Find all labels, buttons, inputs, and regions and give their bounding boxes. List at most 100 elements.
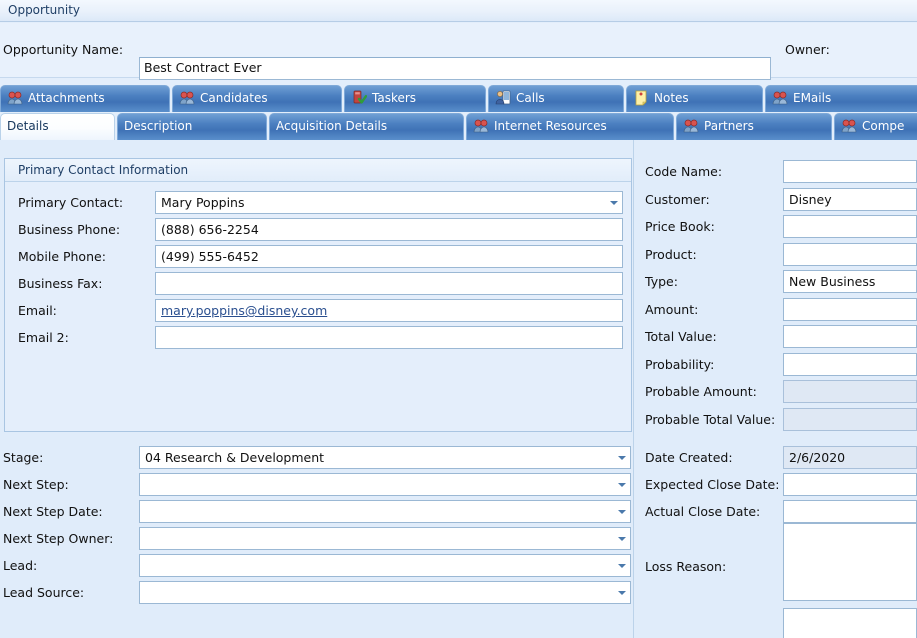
next-step-owner-label: Next Step Owner: bbox=[3, 531, 114, 546]
primary-contact-label: Primary Contact: bbox=[18, 195, 124, 210]
extra-textarea[interactable] bbox=[783, 608, 917, 638]
tabbar-top: Attachments Candidates Taskers Calls Notes EM… bbox=[0, 85, 917, 112]
opportunity-name-label: Opportunity Name: bbox=[3, 42, 124, 57]
code-name-label: Code Name: bbox=[645, 164, 723, 179]
stage-label: Stage: bbox=[3, 450, 44, 465]
tab-internet-resources[interactable]: Internet Resources bbox=[466, 113, 674, 140]
tab-label: Internet Resources bbox=[494, 119, 607, 133]
people-icon bbox=[7, 90, 23, 106]
tab-description[interactable]: Description bbox=[117, 113, 267, 140]
probable-amount-input bbox=[783, 380, 917, 403]
customer-input[interactable]: Disney bbox=[783, 188, 917, 211]
tab-label: Taskers bbox=[372, 91, 417, 105]
tab-emails[interactable]: EMails bbox=[765, 85, 917, 112]
probability-input[interactable] bbox=[783, 353, 917, 376]
window-titlebar: Opportunity bbox=[0, 0, 917, 22]
probable-amount-label: Probable Amount: bbox=[645, 384, 757, 399]
details-tab-content: Primary Contact Information Primary Cont… bbox=[0, 140, 917, 638]
tab-partners[interactable]: Partners bbox=[676, 113, 832, 140]
tab-label: Candidates bbox=[200, 91, 268, 105]
business-phone-input[interactable]: (888) 656-2254 bbox=[155, 218, 623, 241]
chevron-down-icon[interactable] bbox=[618, 564, 626, 568]
next-step-owner-select[interactable] bbox=[139, 527, 631, 550]
opportunity-name-row: Opportunity Name: Best Contract Ever Own… bbox=[0, 23, 917, 80]
people-icon bbox=[772, 90, 788, 106]
mobile-phone-input[interactable]: (499) 555-6452 bbox=[155, 245, 623, 268]
tabbar-bottom: Details Description Acquisition Details Int… bbox=[0, 113, 917, 140]
tab-label: Attachments bbox=[28, 91, 105, 105]
price-book-input[interactable] bbox=[783, 215, 917, 238]
probability-label: Probability: bbox=[645, 357, 715, 372]
tab-details[interactable]: Details bbox=[0, 113, 115, 140]
loss-reason-label: Loss Reason: bbox=[645, 559, 727, 574]
tab-compe[interactable]: Compe bbox=[834, 113, 917, 140]
date-created-input: 2/6/2020 bbox=[783, 446, 917, 469]
lead-select[interactable] bbox=[139, 554, 631, 577]
probable-total-value-input bbox=[783, 408, 917, 431]
tab-candidates[interactable]: Candidates bbox=[172, 85, 342, 112]
expected-close-date-input[interactable] bbox=[783, 473, 917, 496]
customer-label: Customer: bbox=[645, 192, 710, 207]
primary-contact-select[interactable]: Mary Poppins bbox=[155, 191, 623, 214]
actual-close-date-label: Actual Close Date: bbox=[645, 504, 761, 519]
price-book-label: Price Book: bbox=[645, 219, 715, 234]
mobile-phone-label: Mobile Phone: bbox=[18, 249, 106, 264]
actual-close-date-input[interactable] bbox=[783, 500, 917, 523]
chevron-down-icon[interactable] bbox=[618, 510, 626, 514]
tab-label: Details bbox=[7, 119, 49, 133]
next-step-label: Next Step: bbox=[3, 477, 69, 492]
people-icon bbox=[841, 118, 857, 134]
type-input[interactable]: New Business bbox=[783, 270, 917, 293]
call-icon bbox=[495, 90, 511, 106]
next-step-date-select[interactable] bbox=[139, 500, 631, 523]
people-icon bbox=[179, 90, 195, 106]
email-2-label: Email 2: bbox=[18, 330, 69, 345]
window-title: Opportunity bbox=[8, 3, 81, 17]
code-name-input[interactable] bbox=[783, 160, 917, 183]
business-fax-input[interactable] bbox=[155, 272, 623, 295]
product-label: Product: bbox=[645, 247, 697, 262]
primary-contact-panel-header: Primary Contact Information bbox=[5, 159, 631, 182]
chevron-down-icon[interactable] bbox=[610, 201, 618, 205]
owner-label: Owner: bbox=[785, 42, 830, 57]
tab-label: Partners bbox=[704, 119, 754, 133]
tab-notes[interactable]: Notes bbox=[626, 85, 763, 112]
chevron-down-icon[interactable] bbox=[618, 483, 626, 487]
lead-source-select[interactable] bbox=[139, 581, 631, 604]
chevron-down-icon[interactable] bbox=[618, 456, 626, 460]
probable-total-value-label: Probable Total Value: bbox=[645, 412, 776, 427]
stage-select[interactable]: 04 Research & Development bbox=[139, 446, 631, 469]
business-phone-label: Business Phone: bbox=[18, 222, 121, 237]
amount-input[interactable] bbox=[783, 298, 917, 321]
product-input[interactable] bbox=[783, 243, 917, 266]
opportunity-name-input[interactable]: Best Contract Ever bbox=[139, 57, 771, 80]
tab-attachments[interactable]: Attachments bbox=[0, 85, 170, 112]
next-step-select[interactable] bbox=[139, 473, 631, 496]
tab-label: EMails bbox=[793, 91, 832, 105]
loss-reason-textarea[interactable] bbox=[783, 523, 917, 601]
people-icon bbox=[473, 118, 489, 134]
panel-divider bbox=[633, 140, 634, 638]
people-icon bbox=[683, 118, 699, 134]
primary-contact-panel-title: Primary Contact Information bbox=[18, 163, 189, 177]
email-input[interactable]: mary.poppins@disney.com bbox=[155, 299, 623, 322]
email-2-input[interactable] bbox=[155, 326, 623, 349]
amount-label: Amount: bbox=[645, 302, 699, 317]
primary-contact-panel: Primary Contact Information Primary Cont… bbox=[4, 158, 632, 432]
opportunity-form-window: Opportunity Opportunity Name: Best Contr… bbox=[0, 0, 917, 638]
tab-label: Notes bbox=[654, 91, 689, 105]
total-value-label: Total Value: bbox=[645, 329, 717, 344]
task-icon bbox=[351, 90, 368, 106]
tab-label: Acquisition Details bbox=[276, 119, 388, 133]
email-label: Email: bbox=[18, 303, 57, 318]
total-value-input[interactable] bbox=[783, 325, 917, 348]
tab-calls[interactable]: Calls bbox=[488, 85, 624, 112]
note-icon bbox=[633, 90, 649, 106]
chevron-down-icon[interactable] bbox=[618, 591, 626, 595]
tab-acquisition-details[interactable]: Acquisition Details bbox=[269, 113, 464, 140]
chevron-down-icon[interactable] bbox=[618, 537, 626, 541]
tab-label: Calls bbox=[516, 91, 545, 105]
date-created-label: Date Created: bbox=[645, 450, 733, 465]
email-link[interactable]: mary.poppins@disney.com bbox=[161, 303, 327, 318]
tab-taskers[interactable]: Taskers bbox=[344, 85, 486, 112]
